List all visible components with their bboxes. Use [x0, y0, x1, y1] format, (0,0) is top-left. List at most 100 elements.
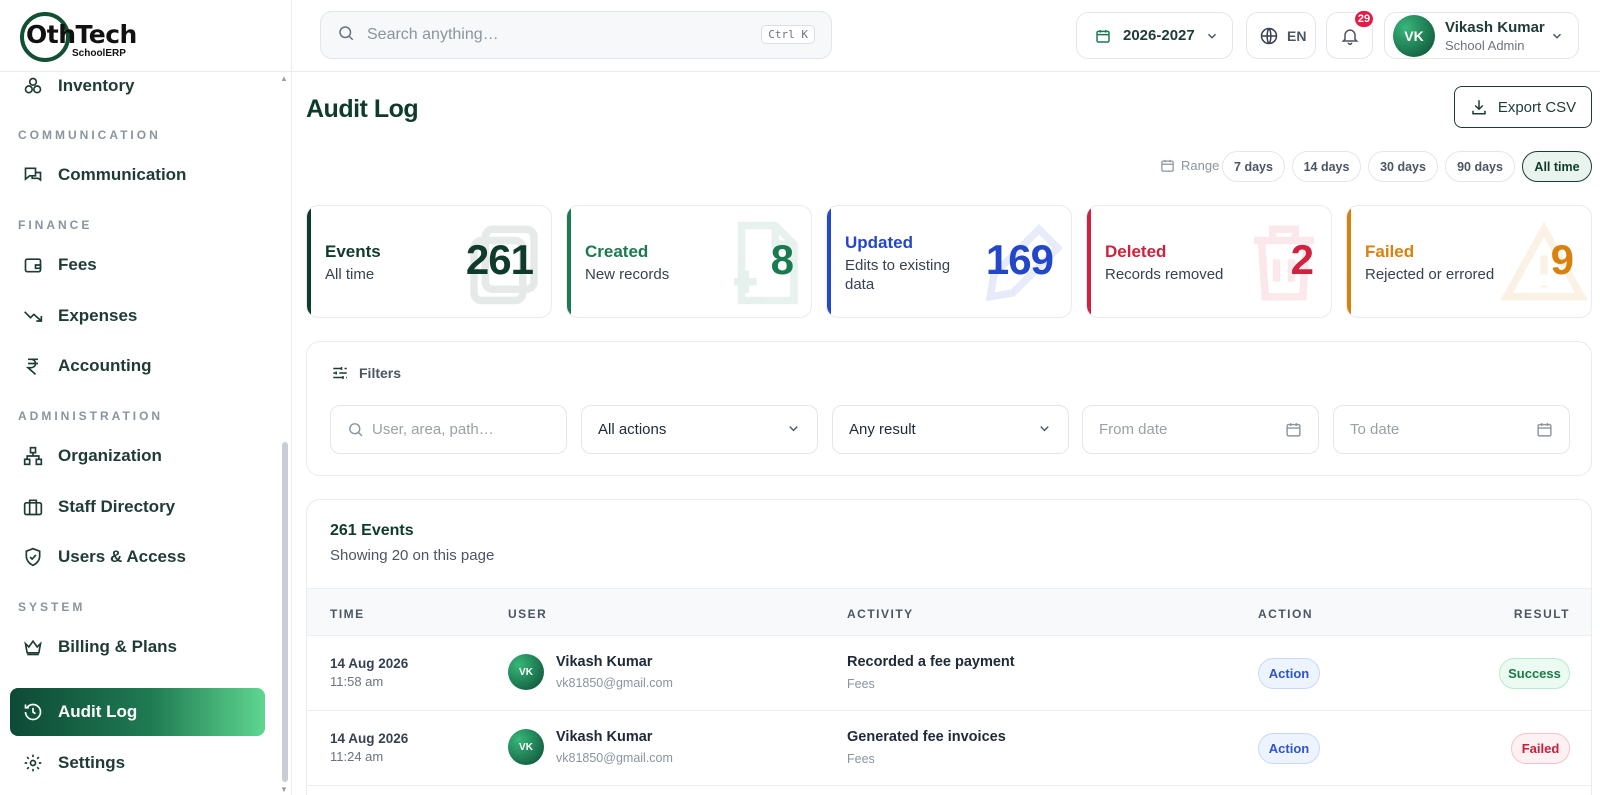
action-badge: Action — [1258, 733, 1320, 764]
events-subtitle: Showing 20 on this page — [330, 547, 495, 564]
globe-icon — [1259, 26, 1279, 46]
shield-icon — [22, 546, 44, 568]
row-user-name: Vikash Kumar — [556, 654, 653, 670]
column-action: ACTION — [1258, 607, 1313, 621]
brand-sub: SchoolERP — [72, 48, 126, 59]
brand-name: OthTech — [26, 20, 137, 49]
sidebar-item-label: Accounting — [58, 356, 152, 375]
table-row[interactable]: 14 Aug 2026 11:24 am VK Vikash Kumar vk8… — [307, 711, 1591, 786]
stat-title: Created — [585, 242, 649, 261]
sidebar-item-fees[interactable]: Fees — [10, 241, 265, 289]
avatar: VK — [508, 729, 544, 765]
sidebar-item-settings[interactable]: Settings — [10, 739, 265, 787]
result-filter-select[interactable]: Any result — [832, 405, 1069, 454]
calendar-icon — [1285, 421, 1302, 442]
table-row[interactable]: 14 Aug 2026 11:58 am VK Vikash Kumar vk8… — [307, 636, 1591, 711]
stat-card-failed: Failed Rejected or errored 9 — [1346, 205, 1592, 318]
result-badge-failed: Failed — [1511, 733, 1570, 764]
range-14-days[interactable]: 14 days — [1292, 151, 1361, 182]
scroll-down-arrow-icon[interactable]: ▼ — [280, 785, 288, 794]
stat-value: 169 — [985, 236, 1054, 283]
row-activity: Generated fee invoices — [847, 729, 1006, 745]
stat-sub: Rejected or errored — [1365, 266, 1495, 283]
sidebar-item-label: Inventory — [58, 76, 135, 95]
trash-icon — [1239, 218, 1329, 313]
history-icon — [22, 701, 44, 723]
stat-sub: All time — [325, 266, 375, 283]
sidebar-item-inventory[interactable]: Inventory — [10, 72, 265, 110]
chevron-down-icon — [1037, 421, 1052, 440]
chevron-down-icon — [786, 421, 801, 440]
action-filter-select[interactable]: All actions — [581, 405, 818, 454]
academic-year-value: 2026-2027 — [1123, 27, 1195, 44]
filters-label: Filters — [359, 365, 402, 381]
boxes-icon — [22, 75, 44, 97]
sidebar-scrollbar-thumb[interactable] — [282, 442, 288, 782]
export-label: Export CSV — [1497, 98, 1577, 116]
search-icon — [337, 24, 355, 47]
sidebar-item-users-access[interactable]: Users & Access — [10, 533, 265, 581]
sidebar-item-expenses[interactable]: Expenses — [10, 292, 265, 340]
filter-search-input[interactable]: User, area, path… — [330, 405, 567, 454]
user-info: Vikash Kumar School Admin — [1445, 19, 1545, 53]
calendar-icon — [1095, 28, 1111, 44]
page-title: Audit Log — [306, 95, 419, 123]
section-finance: FINANCE — [18, 218, 93, 232]
sidebar-item-label: Audit Log — [58, 702, 138, 721]
row-user-email: vk81850@gmail.com — [556, 751, 673, 765]
stat-sub: Edits to existing data — [845, 257, 951, 293]
rupee-icon — [22, 355, 44, 377]
range-30-days[interactable]: 30 days — [1368, 151, 1438, 182]
column-time: TIME — [330, 607, 365, 621]
scroll-up-arrow-icon[interactable]: ▲ — [280, 74, 288, 83]
from-date-input[interactable]: From date — [1082, 405, 1319, 454]
range-90-days[interactable]: 90 days — [1445, 151, 1515, 182]
topbar: Search anything… Ctrl K 2026-2027 EN VK … — [292, 0, 1600, 72]
stat-accent-bar — [307, 206, 311, 317]
stat-sub: Records removed — [1105, 266, 1224, 283]
sidebar-item-communication[interactable]: Communication — [10, 151, 265, 199]
to-date-input[interactable]: To date — [1333, 405, 1570, 454]
row-user-name: Vikash Kumar — [556, 729, 653, 745]
filters-panel: Filters User, area, path… All actions An… — [306, 341, 1592, 476]
chat-icon — [22, 164, 44, 186]
export-csv-button[interactable]: Export CSV — [1454, 86, 1592, 128]
trend-down-icon — [22, 305, 44, 327]
row-area: Fees — [847, 677, 875, 691]
sidebar-item-organization[interactable]: Organization — [10, 432, 265, 480]
stat-card-created: Created New records 8 — [566, 205, 812, 318]
stat-value: 261 — [465, 236, 534, 283]
calendar-icon — [1160, 158, 1175, 173]
action-filter-value: All actions — [598, 421, 667, 438]
stat-card-deleted: Deleted Records removed 2 — [1086, 205, 1332, 318]
brand-logo[interactable]: OthTech SchoolERP — [18, 8, 148, 64]
stat-accent-bar — [1347, 206, 1351, 317]
sidebar-item-staff-directory[interactable]: Staff Directory — [10, 483, 265, 531]
search-placeholder: Search anything… — [367, 26, 499, 43]
range-all-time[interactable]: All time — [1522, 151, 1592, 182]
stat-title: Deleted — [1105, 242, 1167, 261]
avatar: VK — [1393, 14, 1435, 57]
to-date-placeholder: To date — [1350, 421, 1400, 438]
academic-year-select[interactable]: 2026-2027 — [1076, 12, 1233, 59]
stat-value: 2 — [1290, 236, 1314, 283]
crown-icon — [22, 636, 44, 658]
language-select[interactable]: EN — [1246, 12, 1316, 59]
sidebar-item-audit-log[interactable]: Audit Log — [10, 688, 265, 736]
sidebar-item-billing-plans[interactable]: Billing & Plans — [10, 623, 265, 671]
section-system: SYSTEM — [18, 600, 86, 614]
row-user-email: vk81850@gmail.com — [556, 676, 673, 690]
global-search[interactable]: Search anything… Ctrl K — [320, 11, 832, 59]
sidebar-item-label: Users & Access — [58, 547, 186, 566]
download-icon — [1470, 98, 1488, 116]
range-label: Range — [1160, 158, 1219, 173]
row-date: 14 Aug 2026 — [330, 656, 409, 671]
column-result: RESULT — [1513, 607, 1570, 621]
sidebar-item-label: Staff Directory — [58, 497, 176, 516]
range-7-days[interactable]: 7 days — [1222, 151, 1285, 182]
filter-search-placeholder: User, area, path… — [372, 421, 494, 438]
stat-accent-bar — [1087, 206, 1091, 317]
sidebar-item-accounting[interactable]: Accounting — [10, 342, 265, 390]
user-menu[interactable]: VK Vikash Kumar School Admin — [1384, 12, 1579, 59]
section-communication: COMMUNICATION — [18, 128, 161, 142]
